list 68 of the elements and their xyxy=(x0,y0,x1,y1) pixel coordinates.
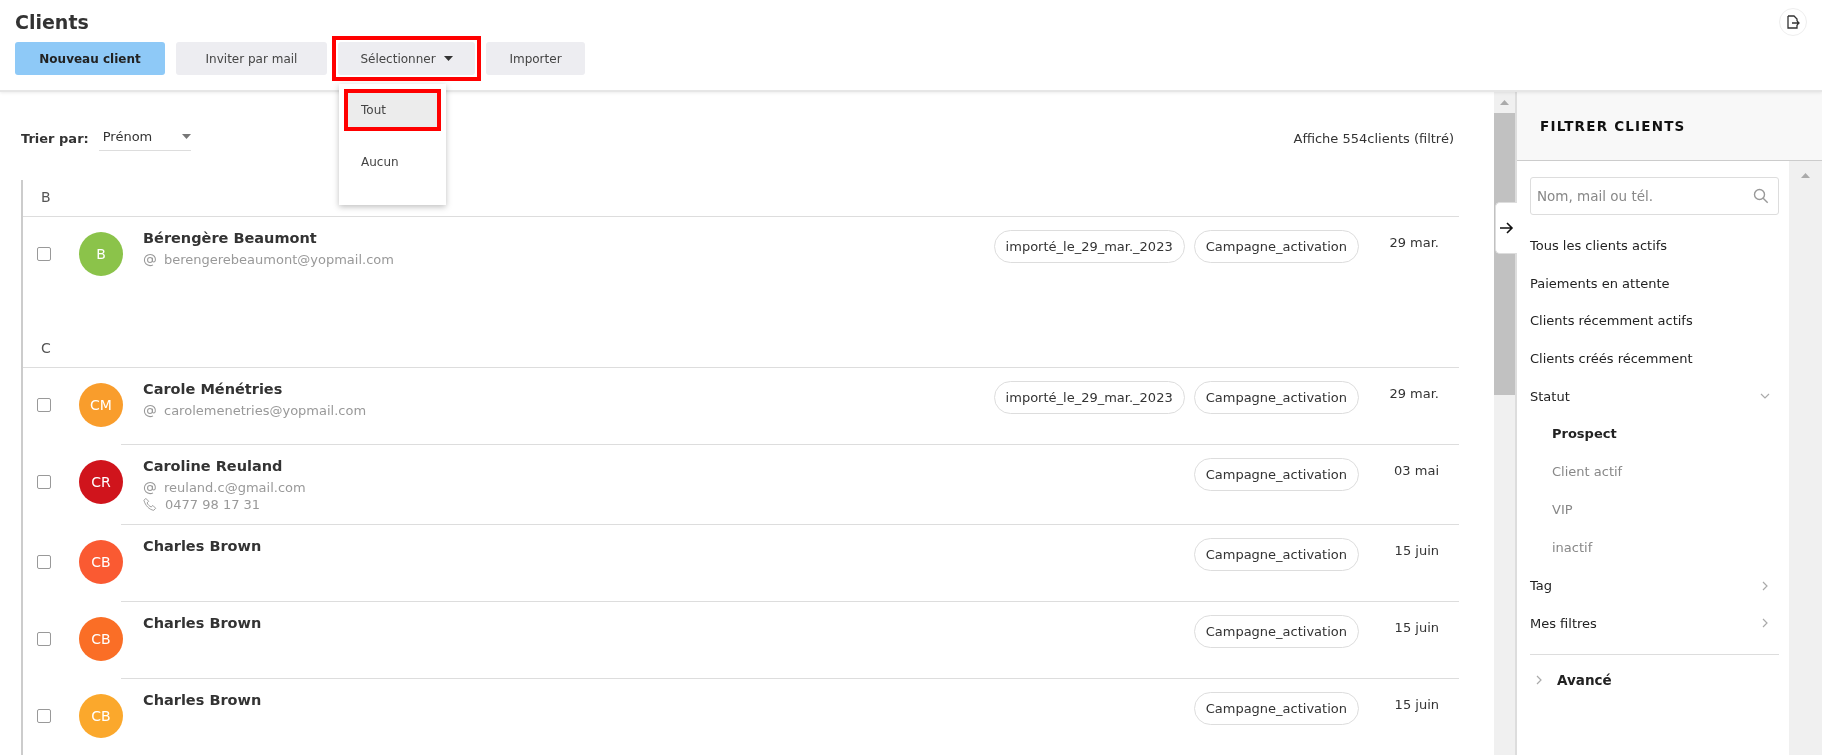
client-name[interactable]: Charles Brown xyxy=(143,538,1194,554)
filter-group[interactable]: Mes filtres xyxy=(1530,604,1779,643)
toolbar-button[interactable]: Sélectionner xyxy=(338,42,475,75)
client-date: 03 mai xyxy=(1393,462,1440,478)
client-email: reuland.c@gmail.com xyxy=(164,480,306,495)
page-title: Clients xyxy=(15,11,89,33)
row-checkbox[interactable] xyxy=(37,555,51,569)
sort-dropdown[interactable]: Prénom xyxy=(98,125,191,151)
scroll-up-icon[interactable] xyxy=(1500,100,1509,105)
client-email: carolemenetries@yopmail.com xyxy=(164,403,367,418)
client-name[interactable]: Charles Brown xyxy=(143,692,1194,708)
client-date: 15 juin xyxy=(1393,696,1440,712)
status-option[interactable]: inactif xyxy=(1530,528,1779,567)
client-date: 29 mar. xyxy=(1388,234,1440,250)
search-field[interactable]: Nom, mail ou tél. xyxy=(1530,177,1779,215)
client-date: 15 juin xyxy=(1393,619,1440,635)
toolbar-button[interactable]: Nouveau client xyxy=(15,42,165,75)
client-phone: 0477 98 17 31 xyxy=(165,497,261,512)
avatar: B xyxy=(79,232,123,276)
scrollbar[interactable] xyxy=(1494,92,1515,755)
at-sign-icon xyxy=(143,252,157,267)
logout-icon[interactable] xyxy=(1779,8,1807,36)
client-email: berengerebeaumont@yopmail.com xyxy=(164,252,394,267)
caret-icon xyxy=(181,134,191,139)
filter-item[interactable]: Clients récemment actifs xyxy=(1530,302,1779,340)
caret-icon xyxy=(443,56,453,61)
at-sign-icon xyxy=(143,403,157,418)
row-checkbox[interactable] xyxy=(37,632,51,646)
status-option[interactable]: VIP xyxy=(1530,490,1779,529)
row-checkbox[interactable] xyxy=(37,709,51,723)
row-checkbox[interactable] xyxy=(37,475,51,489)
section-letter: B xyxy=(23,180,1459,217)
filter-group[interactable]: Statut xyxy=(1530,377,1779,415)
scroll-up-icon[interactable] xyxy=(1801,173,1810,178)
search-icon xyxy=(1753,188,1769,204)
avatar: CB xyxy=(79,694,123,738)
client-name[interactable]: Bérengère Beaumont xyxy=(143,230,994,246)
row-checkbox[interactable] xyxy=(37,398,51,412)
avatar: CB xyxy=(79,617,123,661)
avatar: CR xyxy=(79,460,123,504)
filter-item[interactable]: Tous les clients actifs xyxy=(1530,227,1779,265)
filter-group[interactable]: Tag xyxy=(1530,566,1779,605)
scrollbar[interactable] xyxy=(1789,161,1822,755)
menu-item[interactable]: Tout xyxy=(344,89,441,131)
section-letter: C xyxy=(23,331,1459,368)
status-option[interactable]: Prospect xyxy=(1530,414,1779,453)
collapse-panel-button[interactable] xyxy=(1495,202,1517,254)
avatar: CM xyxy=(79,383,123,427)
panel-title: FILTRER CLIENTS xyxy=(1540,118,1686,134)
client-name[interactable]: Caroline Reuland xyxy=(143,458,1194,474)
result-count: Affiche 554clients (filtré) xyxy=(1293,130,1454,146)
client-date: 15 juin xyxy=(1393,542,1440,558)
row-checkbox[interactable] xyxy=(37,247,51,261)
arrow-right-icon xyxy=(1499,222,1514,234)
filter-item[interactable]: Paiements en attente xyxy=(1530,264,1779,303)
phone-icon xyxy=(143,497,158,512)
toolbar-button[interactable]: Importer xyxy=(486,42,585,75)
client-name[interactable]: Carole Ménétries xyxy=(143,381,994,397)
menu-item[interactable]: Aucun xyxy=(344,141,441,183)
avatar: CB xyxy=(79,540,123,584)
toolbar-button[interactable]: Inviter par mail xyxy=(176,42,327,75)
filter-item[interactable]: Clients créés récemment xyxy=(1530,339,1779,378)
status-option[interactable]: Client actif xyxy=(1530,452,1779,491)
at-sign-icon xyxy=(143,480,157,495)
client-name[interactable]: Charles Brown xyxy=(143,615,1194,631)
sort-label: Trier par: xyxy=(21,130,89,146)
advanced-toggle[interactable]: Avancé xyxy=(1530,663,1779,698)
client-date: 29 mar. xyxy=(1388,385,1440,401)
